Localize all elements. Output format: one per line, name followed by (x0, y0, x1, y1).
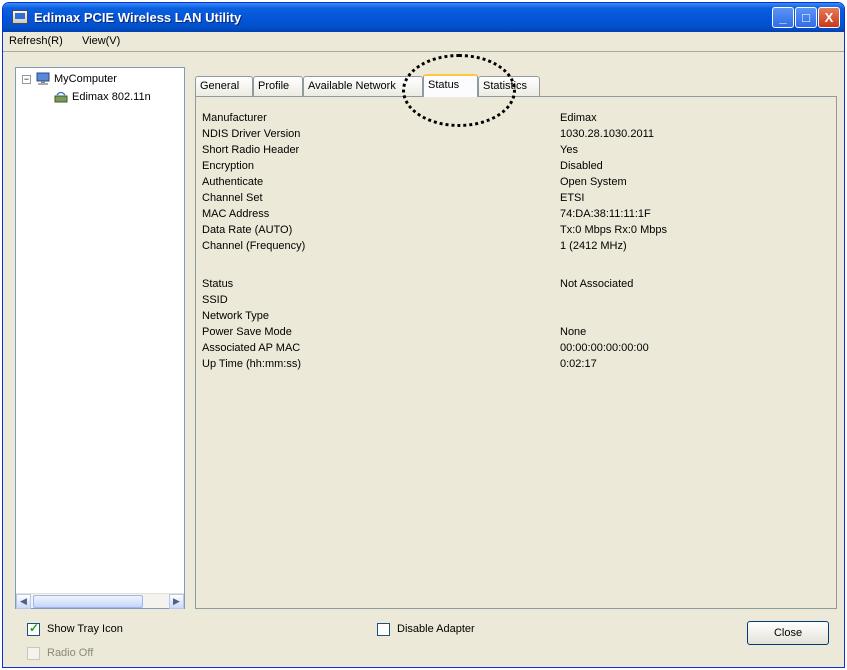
label-power-save-mode: Power Save Mode (202, 326, 292, 338)
tab-status[interactable]: Status (423, 74, 478, 97)
scroll-thumb[interactable] (33, 595, 143, 608)
value-associated-ap-mac: 00:00:00:00:00:00 (560, 342, 649, 354)
adapter-tree[interactable]: − MyComputer Edimax 802.11n ◀ ▶ (15, 67, 185, 609)
label-channel-set: Channel Set (202, 192, 263, 204)
wireless-adapter-icon (54, 91, 68, 103)
close-button[interactable]: Close (747, 621, 829, 645)
value-short-radio-header: Yes (560, 144, 578, 156)
tree-item-adapter[interactable]: Edimax 802.11n (72, 91, 151, 103)
label-short-radio-header: Short Radio Header (202, 144, 300, 156)
show-tray-icon-checkbox[interactable] (27, 621, 40, 636)
horizontal-scrollbar[interactable]: ◀ ▶ (16, 593, 184, 609)
label-network-type: Network Type (202, 310, 270, 322)
radio-off-label[interactable]: Radio Off (47, 647, 93, 659)
label-authenticate: Authenticate (202, 176, 264, 188)
tab-general[interactable]: General (195, 76, 253, 96)
show-tray-icon-label[interactable]: Show Tray Icon (47, 623, 123, 635)
close-window-button[interactable]: X (818, 7, 840, 28)
value-ndis-version: 1030.28.1030.2011 (560, 128, 654, 140)
value-channel-set: ETSI (560, 192, 585, 204)
value-status: Not Associated (560, 278, 634, 290)
label-mac-address: MAC Address (202, 208, 270, 220)
menu-divider (3, 51, 844, 52)
menu-bar: Refresh(R) View(V) (3, 32, 844, 52)
collapse-icon[interactable]: − (22, 75, 31, 84)
label-manufacturer: Manufacturer (202, 112, 267, 124)
radio-off-checkbox[interactable] (27, 647, 40, 660)
scroll-left-icon[interactable]: ◀ (16, 594, 31, 609)
tab-profile[interactable]: Profile (253, 76, 303, 96)
network-adapter-icon (12, 10, 28, 24)
window-title: Edimax PCIE Wireless LAN Utility (34, 10, 242, 25)
menu-view[interactable]: View(V) (82, 35, 120, 47)
label-up-time: Up Time (hh:mm:ss) (202, 358, 302, 370)
status-panel: Manufacturer Edimax NDIS Driver Version … (195, 96, 837, 609)
utility-window: Edimax PCIE Wireless LAN Utility _ □ X R… (2, 2, 845, 668)
scroll-right-icon[interactable]: ▶ (169, 594, 184, 609)
label-ssid: SSID (202, 294, 228, 306)
label-status: Status (202, 278, 234, 290)
label-associated-ap-mac: Associated AP MAC (202, 342, 301, 354)
disable-adapter-checkbox[interactable] (377, 623, 390, 636)
label-data-rate: Data Rate (AUTO) (202, 224, 293, 236)
label-ndis-version: NDIS Driver Version (202, 128, 301, 140)
label-encryption: Encryption (202, 160, 254, 172)
tab-statistics[interactable]: Statistics (478, 76, 540, 96)
value-mac-address: 74:DA:38:11:11:1F (560, 208, 651, 220)
value-data-rate: Tx:0 Mbps Rx:0 Mbps (560, 224, 667, 236)
value-authenticate: Open System (560, 176, 627, 188)
tab-available-network[interactable]: Available Network (303, 76, 423, 96)
value-up-time: 0:02:17 (560, 358, 597, 370)
minimize-button[interactable]: _ (772, 7, 794, 28)
title-bar[interactable]: Edimax PCIE Wireless LAN Utility _ □ X (3, 3, 844, 32)
disable-adapter-label[interactable]: Disable Adapter (397, 623, 475, 635)
computer-icon (36, 72, 50, 85)
value-power-save-mode: None (560, 326, 587, 338)
maximize-button[interactable]: □ (795, 7, 817, 28)
tree-item-root[interactable]: MyComputer (54, 73, 117, 85)
label-channel: Channel (Frequency) (202, 240, 306, 252)
value-encryption: Disabled (560, 160, 603, 172)
bottom-controls: Show Tray Icon Radio Off Disable Adapter… (3, 613, 844, 667)
menu-refresh[interactable]: Refresh(R) (9, 35, 63, 47)
value-channel: 1 (2412 MHz) (560, 240, 627, 252)
value-manufacturer: Edimax (560, 112, 597, 124)
